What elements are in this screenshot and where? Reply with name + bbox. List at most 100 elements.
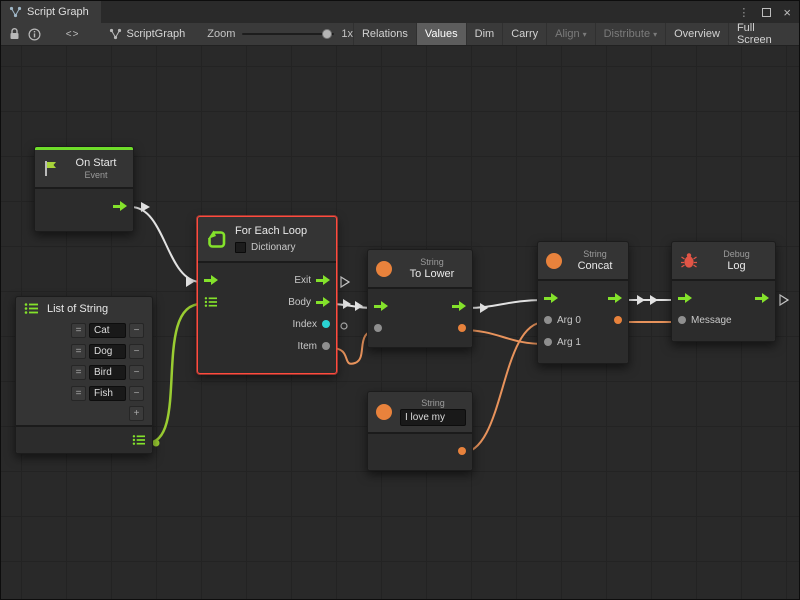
chevron-down-icon: ▾ — [583, 30, 587, 39]
flow-output-port[interactable] — [755, 293, 769, 304]
flow-input-port[interactable] — [374, 301, 388, 312]
flow-input-port[interactable] — [678, 293, 692, 304]
list-output-port[interactable] — [132, 434, 146, 446]
flow-input-port[interactable] — [204, 275, 218, 286]
node-category: Debug — [723, 249, 750, 259]
values-button[interactable]: Values — [416, 23, 466, 45]
inspect-button[interactable] — [25, 25, 45, 43]
list-item-input[interactable] — [89, 323, 126, 338]
result-output-port[interactable] — [614, 316, 622, 324]
wire-arrow — [480, 303, 488, 313]
lock-icon — [9, 28, 20, 40]
node-title: To Lower — [410, 268, 455, 280]
node-on-start[interactable]: On Start Event — [34, 146, 134, 232]
node-subtitle: Event — [84, 170, 107, 180]
wire-arrow — [343, 299, 351, 309]
add-item-button[interactable]: + — [129, 406, 144, 421]
drag-handle-icon[interactable]: = — [71, 323, 86, 338]
node-for-each-loop[interactable]: For Each Loop Dictionary Exit — [197, 216, 337, 374]
port-arg0[interactable] — [544, 316, 552, 324]
node-category: String — [421, 398, 445, 408]
collection-input-port[interactable] — [204, 296, 218, 308]
wire-arrow — [141, 202, 150, 212]
toolbar-buttons: Relations Values Dim Carry Align▾ Distri… — [353, 23, 797, 45]
drag-handle-icon[interactable]: = — [71, 386, 86, 401]
port-index[interactable] — [322, 320, 330, 328]
checkbox-label: Dictionary — [251, 242, 295, 253]
port-exit[interactable] — [316, 275, 330, 286]
flow-input-port[interactable] — [544, 293, 558, 304]
node-to-lower[interactable]: String To Lower — [367, 249, 473, 348]
graph-canvas[interactable]: On Start Event List of String — [1, 46, 800, 600]
overview-button[interactable]: Overview — [665, 23, 728, 45]
window-close-icon[interactable]: × — [783, 6, 791, 19]
flag-icon — [43, 160, 59, 177]
node-debug-log[interactable]: Debug Log Message — [671, 241, 776, 342]
node-list-of-string[interactable]: List of String = − = − = − — [15, 296, 153, 454]
list-items: = − = − = − = − — [16, 320, 152, 425]
wire-tolower-arg1[interactable] — [461, 330, 545, 344]
node-string-literal[interactable]: String — [367, 391, 473, 471]
zoom-slider[interactable] — [242, 33, 334, 35]
string-output-port[interactable] — [458, 324, 466, 332]
fullscreen-button[interactable]: Full Screen — [728, 23, 797, 45]
string-input-port[interactable] — [374, 324, 382, 332]
node-concat[interactable]: String Concat Arg 0 Arg 1 — [537, 241, 629, 364]
zoom-slider-thumb[interactable] — [322, 29, 332, 39]
remove-item-button[interactable]: − — [129, 323, 144, 338]
remove-item-button[interactable]: − — [129, 365, 144, 380]
zoom-value: 1x — [341, 28, 353, 40]
remove-item-button[interactable]: − — [129, 386, 144, 401]
relations-button[interactable]: Relations — [353, 23, 416, 45]
drag-handle-icon[interactable]: = — [71, 344, 86, 359]
list-item-row: = − — [16, 320, 152, 341]
wire-list-foreach[interactable] — [147, 304, 201, 443]
dim-button[interactable]: Dim — [466, 23, 503, 45]
node-title: For Each Loop — [235, 225, 307, 237]
string-unit-icon — [376, 404, 392, 420]
list-item-input[interactable] — [89, 365, 126, 380]
wire-arrow — [355, 301, 363, 311]
list-item-input[interactable] — [89, 386, 126, 401]
tab-script-graph[interactable]: Script Graph — [1, 1, 101, 23]
port-label: Message — [691, 315, 732, 326]
port-body[interactable] — [316, 297, 330, 308]
list-item-row: = − — [16, 362, 152, 383]
wire-onstart-foreach[interactable] — [131, 207, 201, 282]
graph-name: ScriptGraph — [109, 28, 186, 40]
wire-literal-arg0[interactable] — [461, 322, 545, 453]
port-label: Arg 0 — [557, 315, 581, 326]
node-title: Log — [727, 260, 745, 272]
dictionary-checkbox[interactable] — [235, 242, 246, 253]
align-button[interactable]: Align▾ — [546, 23, 594, 45]
flow-output-port[interactable] — [452, 301, 466, 312]
remove-item-button[interactable]: − — [129, 344, 144, 359]
window-maximize-icon[interactable] — [762, 8, 771, 17]
node-category: String — [583, 249, 607, 259]
distribute-button[interactable]: Distribute▾ — [595, 23, 665, 45]
port-label: Index — [293, 319, 317, 330]
port-arg1[interactable] — [544, 338, 552, 346]
lock-button[interactable] — [5, 25, 25, 43]
list-item-input[interactable] — [89, 344, 126, 359]
port-item[interactable] — [322, 342, 330, 350]
window-menu-icon[interactable]: ⋮ — [738, 6, 750, 19]
unconnected-flow-indicator — [780, 295, 788, 305]
code-view-button[interactable]: <> — [63, 25, 83, 43]
string-unit-icon — [376, 261, 392, 277]
wire-tolower-concat[interactable] — [467, 300, 543, 308]
port-message[interactable] — [678, 316, 686, 324]
info-icon — [28, 28, 41, 41]
graph-icon — [9, 6, 22, 18]
string-value-input[interactable] — [400, 409, 466, 426]
string-output-port[interactable] — [458, 447, 466, 455]
unconnected-flow-indicator — [341, 277, 349, 287]
loop-icon — [206, 229, 227, 250]
node-category: String — [420, 257, 444, 267]
flow-output-port[interactable] — [113, 201, 127, 212]
carry-button[interactable]: Carry — [502, 23, 546, 45]
node-title: List of String — [47, 303, 108, 315]
list-item-row: = − — [16, 383, 152, 404]
drag-handle-icon[interactable]: = — [71, 365, 86, 380]
flow-output-port[interactable] — [608, 293, 622, 304]
